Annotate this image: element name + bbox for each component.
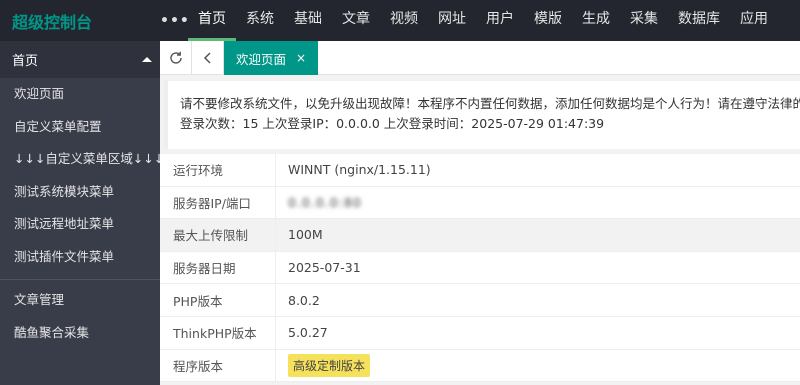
info-value: 100M [288,227,323,243]
topnav-item-apps[interactable]: 应用 [730,0,778,41]
tab-label: 欢迎页面 [236,51,287,67]
table-row: 程序版本 高级定制版本 [160,349,800,383]
topnav-item-website[interactable]: 网址 [428,0,476,41]
back-button[interactable] [192,41,224,75]
topnav-item-generate[interactable]: 生成 [572,0,620,41]
topnav-item-template[interactable]: 模版 [524,0,572,41]
info-value: WINNT (nginx/1.15.11) [288,162,431,178]
sidebar-group-home[interactable]: 首页 [0,41,160,78]
sidebar-item-custom-menu-config[interactable]: 自定义菜单配置 [0,111,160,144]
chevron-left-icon [203,52,211,64]
info-value: 2025-07-31 [288,260,361,276]
close-icon[interactable]: × [296,51,306,65]
table-row: 运行环境 WINNT (nginx/1.15.11) [160,154,800,187]
info-key: 服务器IP/端口 [160,186,276,219]
sidebar-divider [0,279,160,280]
main-content: 请不要修改系统文件，以免升级出现故障！本程序不内置任何数据，添加任何数据均是个人… [160,75,800,385]
version-badge: 高级定制版本 [288,353,371,377]
info-key: 运行环境 [160,154,276,186]
login-info: 登录次数：15 上次登录IP：0.0.0.0 上次登录时间：2025-07-29… [180,116,605,131]
sidebar: 首页 欢迎页面 自定义菜单配置 ↓↓↓自定义菜单区域↓↓↓ 测试系统模块菜单 测… [0,41,164,385]
top-nav: 首页 系统 基础 文章 视频 网址 用户 模版 生成 采集 数据库 应用 [188,0,778,41]
sidebar-item-test-system-module[interactable]: 测试系统模块菜单 [0,176,160,209]
topnav-item-user[interactable]: 用户 [476,0,524,41]
info-value: 5.0.27 [288,325,328,341]
refresh-button[interactable] [160,41,192,75]
topnav-item-basic[interactable]: 基础 [284,0,332,41]
sidebar-item-welcome[interactable]: 欢迎页面 [0,78,160,111]
tab-welcome[interactable]: 欢迎页面 × [224,41,319,75]
topnav-item-collect[interactable]: 采集 [620,0,668,41]
topnav-item-database[interactable]: 数据库 [668,0,730,41]
server-info-table: 运行环境 WINNT (nginx/1.15.11) 服务器IP/端口 0.0.… [160,154,800,383]
sidebar-item-test-plugin-file[interactable]: 测试插件文件菜单 [0,241,160,274]
info-key: 最大上传限制 [160,219,276,251]
topnav-item-home[interactable]: 首页 [188,0,236,41]
sidebar-item-kuyu-collect[interactable]: 酷鱼聚合采集 [0,317,160,350]
refresh-icon [169,51,182,64]
info-key: 服务器日期 [160,251,276,284]
notice-warning: 请不要修改系统文件，以免升级出现故障！本程序不内置任何数据，添加任何数据均是个人… [180,96,800,111]
table-row: ThinkPHP版本 5.0.27 [160,316,800,350]
sidebar-group-label: 首页 [12,54,39,69]
table-row: PHP版本 8.0.2 [160,284,800,317]
info-value: 8.0.2 [288,292,320,308]
sidebar-item-article-manage[interactable]: 文章管理 [0,284,160,317]
notice-panel: 请不要修改系统文件，以免升级出现故障！本程序不内置任何数据，添加任何数据均是个人… [164,81,800,149]
topnav-item-system[interactable]: 系统 [236,0,284,41]
info-key: 程序版本 [160,349,276,382]
info-key: PHP版本 [160,284,276,316]
top-bar: 超级控制台 ••• 首页 系统 基础 文章 视频 网址 用户 模版 生成 采集 … [0,0,800,41]
more-menu-icon[interactable]: ••• [160,13,189,29]
topnav-item-video[interactable]: 视频 [380,0,428,41]
caret-up-icon [142,57,152,62]
table-row: 最大上传限制 100M [160,219,800,252]
tab-bar: 欢迎页面 × [160,41,800,75]
topnav-item-article[interactable]: 文章 [332,0,380,41]
info-value: 高级定制版本 [276,353,371,377]
sidebar-item-custom-menu-area[interactable]: ↓↓↓自定义菜单区域↓↓↓ [0,143,164,176]
table-row: 服务器日期 2025-07-31 [160,251,800,285]
table-row: 服务器IP/端口 0.0.0.0:80 [160,186,800,220]
info-value-blurred: 0.0.0.0:80 [288,194,362,210]
sidebar-item-test-remote-url[interactable]: 测试远程地址菜单 [0,208,160,241]
app-logo[interactable]: 超级控制台 [0,0,160,41]
info-key: ThinkPHP版本 [160,316,276,349]
